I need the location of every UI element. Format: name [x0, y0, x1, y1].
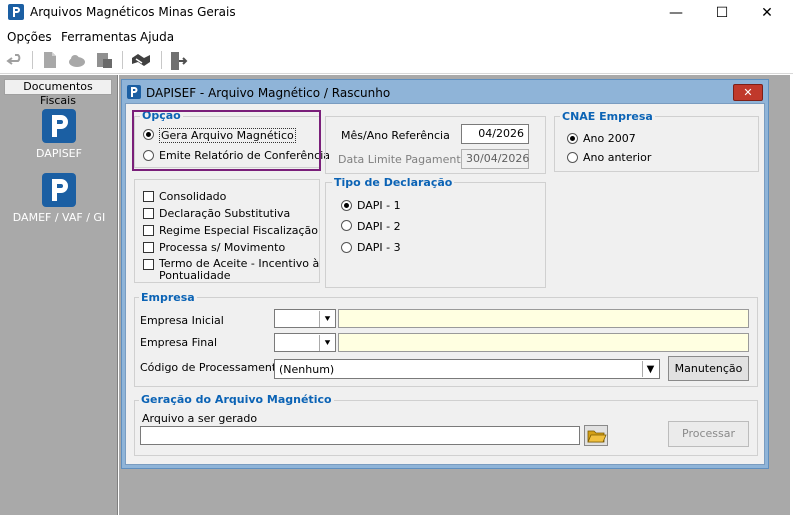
app-logo-icon: [8, 4, 24, 20]
radio-dapi-1[interactable]: [341, 200, 352, 211]
empresa-final-combo[interactable]: ⯆: [274, 333, 336, 352]
close-button[interactable]: ✕: [747, 0, 787, 25]
checkbox-sem-movimento[interactable]: [143, 242, 154, 253]
tipo-group: [325, 182, 546, 288]
minimize-button[interactable]: —: [656, 0, 696, 25]
window-title: Arquivos Magnéticos Minas Gerais: [30, 5, 236, 19]
codigo-processamento-select[interactable]: (Nenhum) ▼: [274, 359, 660, 379]
mes-ano-input[interactable]: 04/2026: [461, 124, 529, 144]
codigo-processamento-label: Código de Processamento: [140, 361, 283, 374]
cloud-icon[interactable]: [67, 50, 87, 70]
chevron-down-icon[interactable]: ⯆: [319, 311, 335, 327]
handshake-icon[interactable]: [130, 50, 150, 70]
dapisef-label[interactable]: DAPISEF: [0, 147, 118, 160]
damef-logo-icon[interactable]: [42, 173, 76, 207]
dialog-logo-icon: [127, 85, 141, 99]
manutencao-button[interactable]: Manutenção: [668, 356, 749, 381]
panel-header: Documentos Fiscais: [4, 79, 112, 107]
undo-icon[interactable]: [6, 50, 26, 70]
selection-highlight: [132, 110, 321, 171]
checkbox-regime-especial[interactable]: [143, 225, 154, 236]
radio-ano-2007[interactable]: [567, 133, 578, 144]
processar-button[interactable]: Processar: [668, 421, 749, 447]
checkbox-termo-aceite[interactable]: [143, 259, 154, 270]
dialog-close-button[interactable]: ✕: [733, 84, 763, 101]
toolbar-separator: [122, 51, 123, 69]
data-limite-input[interactable]: 30/04/2026: [461, 149, 529, 169]
regime-especial-label[interactable]: Regime Especial Fiscalização: [159, 224, 318, 237]
dapisef-logo-icon[interactable]: [42, 109, 76, 143]
toolbar-separator: [32, 51, 33, 69]
folder-open-icon[interactable]: [584, 425, 608, 446]
codigo-processamento-value: (Nenhum): [279, 363, 335, 376]
menu-ajuda[interactable]: Ajuda: [140, 30, 174, 44]
data-limite-label: Data Limite Pagamento: [338, 153, 468, 166]
toolbar-separator: [161, 51, 162, 69]
radio-dapi-3[interactable]: [341, 242, 352, 253]
chevron-down-icon[interactable]: ▼: [642, 361, 658, 377]
checkbox-substitutiva[interactable]: [143, 208, 154, 219]
checkbox-consolidado[interactable]: [143, 191, 154, 202]
document-icon[interactable]: [40, 50, 60, 70]
arquivo-input[interactable]: [140, 426, 580, 445]
database-icon[interactable]: [94, 50, 114, 70]
termo-aceite-label-line2[interactable]: Pontualidade: [159, 269, 231, 282]
radio-ano-anterior[interactable]: [567, 152, 578, 163]
empresa-inicial-label: Empresa Inicial: [140, 314, 224, 327]
chevron-down-icon[interactable]: ⯆: [319, 335, 335, 351]
empresa-final-name: [338, 333, 749, 352]
sem-movimento-label[interactable]: Processa s/ Movimento: [159, 241, 285, 254]
empresa-inicial-name: [338, 309, 749, 328]
arquivo-label: Arquivo a ser gerado: [142, 412, 258, 425]
empresa-final-label: Empresa Final: [140, 336, 218, 349]
menu-ferramentas[interactable]: Ferramentas: [61, 30, 137, 44]
dapi-1-label[interactable]: DAPI - 1: [357, 199, 401, 212]
mes-ano-label: Mês/Ano Referência: [341, 129, 450, 142]
toolbar: [0, 46, 793, 74]
tipo-legend: Tipo de Declaração: [332, 176, 455, 189]
menu-opcoes[interactable]: Opções: [7, 30, 52, 44]
empresa-inicial-combo[interactable]: ⯆: [274, 309, 336, 328]
empresa-legend: Empresa: [139, 291, 197, 304]
cnae-option-2007[interactable]: Ano 2007: [583, 132, 636, 145]
exit-door-icon[interactable]: [168, 50, 188, 70]
dialog-title: DAPISEF - Arquivo Magnético / Rascunho: [146, 86, 391, 100]
cnae-option-anterior[interactable]: Ano anterior: [583, 151, 651, 164]
radio-dapi-2[interactable]: [341, 220, 352, 231]
substitutiva-label[interactable]: Declaração Substitutiva: [159, 207, 290, 220]
dapi-3-label[interactable]: DAPI - 3: [357, 241, 401, 254]
cnae-legend: CNAE Empresa: [560, 110, 655, 123]
dapi-2-label[interactable]: DAPI - 2: [357, 220, 401, 233]
maximize-button[interactable]: ☐: [702, 0, 742, 25]
consolidado-label[interactable]: Consolidado: [159, 190, 226, 203]
geracao-legend: Geração do Arquivo Magnético: [139, 393, 334, 406]
damef-label[interactable]: DAMEF / VAF / GI: [0, 211, 118, 224]
